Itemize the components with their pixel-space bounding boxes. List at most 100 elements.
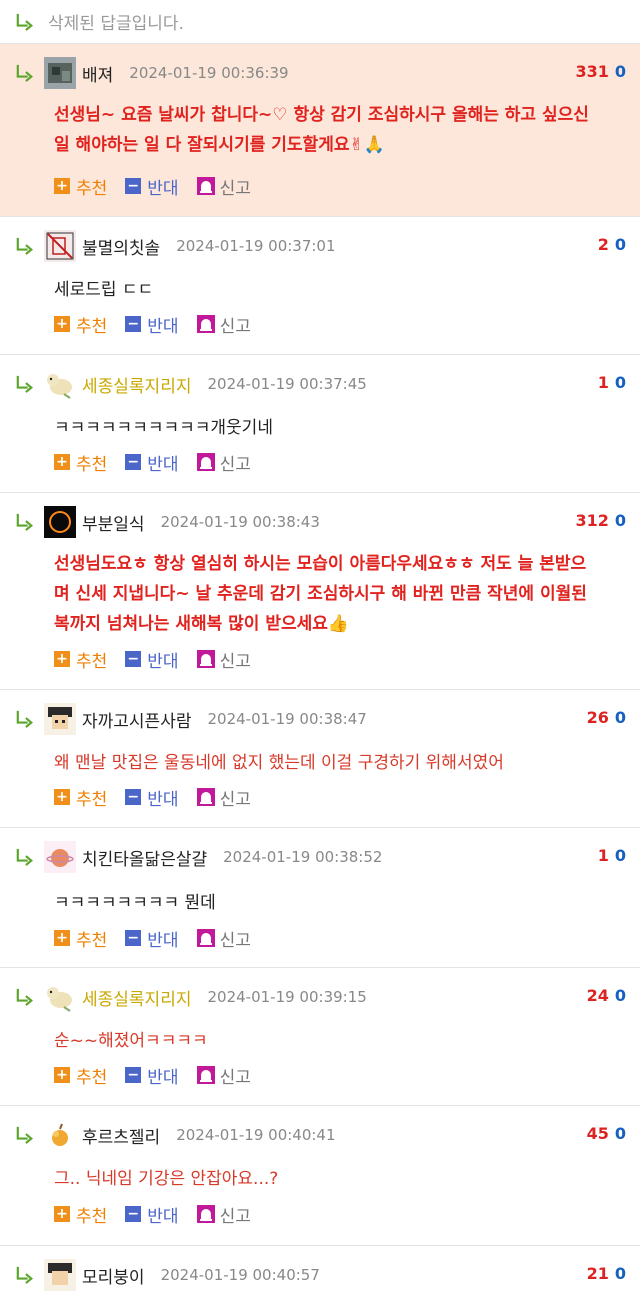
- comment-body: ㅋㅋㅋㅋㅋㅋㅋㅋㅋㅋ개웃기네: [54, 413, 618, 443]
- upvote-button[interactable]: + 추천: [54, 785, 107, 810]
- vote-count: 24 0: [587, 986, 626, 1005]
- upvote-count: 2: [597, 235, 609, 254]
- downvote-button[interactable]: − 반대: [125, 1202, 179, 1227]
- comment-line: 순~~해졌어ㅋㅋㅋㅋ: [54, 1031, 208, 1051]
- avatar[interactable]: [44, 1259, 76, 1291]
- downvote-button[interactable]: − 반대: [125, 1063, 179, 1088]
- downvote-button[interactable]: − 반대: [125, 647, 179, 672]
- avatar[interactable]: [44, 57, 76, 89]
- comment-actions: + 추천 − 반대 신고: [54, 1063, 269, 1088]
- avatar[interactable]: [44, 981, 76, 1013]
- nickname[interactable]: 부분일식: [82, 510, 145, 535]
- downvote-button[interactable]: − 반대: [125, 450, 179, 475]
- vote-count: 331 0: [575, 62, 626, 81]
- comment-line: ㅋㅋㅋㅋㅋㅋㅋㅋ 뭔데: [54, 893, 216, 913]
- reply-arrow-icon: [16, 237, 33, 255]
- comment-actions: + 추천 − 반대 신고: [54, 926, 269, 951]
- avatar[interactable]: [44, 1119, 76, 1151]
- upvote-count: 21: [586, 1264, 609, 1283]
- comment-line: ㅋㅋㅋㅋㅋㅋㅋㅋㅋㅋ개웃기네: [54, 418, 273, 438]
- minus-icon: −: [125, 930, 142, 946]
- report-siren-icon: [196, 650, 215, 668]
- comment: 배져 2024-01-19 00:36:39 331 0 선생님~ 요즘 날씨가 …: [0, 44, 640, 217]
- vote-count: 312 0: [575, 511, 626, 530]
- nickname[interactable]: 치킨타올닮은살걀: [82, 845, 207, 870]
- vote-count: 26 0: [587, 708, 626, 727]
- downvote-count: 0: [614, 1124, 626, 1143]
- vote-count: 10: [598, 846, 626, 865]
- plus-icon: +: [54, 930, 70, 946]
- reply-arrow-icon: [16, 12, 33, 31]
- upvote-button[interactable]: + 추천: [54, 1202, 107, 1227]
- nickname[interactable]: 세종실록지리지: [82, 372, 191, 397]
- avatar[interactable]: [44, 506, 76, 538]
- minus-icon: −: [125, 1067, 142, 1083]
- vote-count: 10: [598, 373, 626, 392]
- nickname[interactable]: 불멸의칫솔: [82, 234, 160, 259]
- upvote-button[interactable]: + 추천: [54, 450, 107, 475]
- avatar[interactable]: [44, 368, 76, 400]
- reply-arrow-icon: [16, 1266, 33, 1284]
- report-button[interactable]: 신고: [196, 450, 251, 475]
- report-siren-icon: [196, 1066, 215, 1084]
- report-button[interactable]: 신고: [196, 312, 251, 337]
- reply-arrow-icon: [16, 64, 33, 82]
- vote-count: 45 0: [587, 1124, 626, 1143]
- comment: 치킨타올닮은살걀 2024-01-19 00:38:52 10 ㅋㅋㅋㅋㅋㅋㅋㅋ…: [0, 828, 640, 968]
- report-button[interactable]: 신고: [196, 1063, 251, 1088]
- vote-count: 21 0: [587, 1264, 626, 1283]
- report-button[interactable]: 신고: [196, 785, 251, 810]
- comment-body: 선생님~ 요즘 날씨가 찹니다~♡ 항상 감기 조심하시구 올해는 하고 싶으신…: [54, 100, 618, 160]
- report-button[interactable]: 신고: [196, 647, 251, 672]
- report-button[interactable]: 신고: [196, 926, 251, 951]
- plus-icon: +: [54, 454, 70, 470]
- deleted-text: 삭제된 답글입니다.: [48, 14, 184, 34]
- comment-body: 왜 맨날 맛집은 울동네에 없지 했는데 이걸 구경하기 위해서였어: [54, 748, 618, 778]
- upvote-button[interactable]: + 추천: [54, 174, 107, 199]
- nickname[interactable]: 모리붕이: [82, 1263, 145, 1288]
- minus-icon: −: [125, 789, 142, 805]
- nickname[interactable]: 후르츠젤리: [82, 1123, 160, 1148]
- downvote-button[interactable]: − 반대: [125, 926, 179, 951]
- timestamp: 2024-01-19 00:40:57: [160, 1266, 320, 1284]
- avatar[interactable]: [44, 841, 76, 873]
- upvote-button[interactable]: + 추천: [54, 647, 107, 672]
- comment-line: 선생님~ 요즘 날씨가 찹니다~♡ 항상 감기 조심하시구 올해는 하고 싶으신: [54, 105, 589, 125]
- comment: 모리붕이 2024-01-19 00:40:57 21 0: [0, 1246, 640, 1306]
- downvote-count: 0: [614, 235, 626, 254]
- downvote-button[interactable]: − 반대: [125, 312, 179, 337]
- comment-body: 순~~해졌어ㅋㅋㅋㅋ: [54, 1026, 618, 1056]
- nickname[interactable]: 세종실록지리지: [82, 985, 191, 1010]
- nickname[interactable]: 배져: [82, 61, 113, 86]
- upvote-button[interactable]: + 추천: [54, 1063, 107, 1088]
- upvote-button[interactable]: + 추천: [54, 926, 107, 951]
- comment: 불멸의칫솔 2024-01-19 00:37:01 20 세로드립 ㄷㄷ + 추천…: [0, 217, 640, 355]
- comment-actions: + 추천 − 반대 신고: [54, 785, 269, 810]
- downvote-count: 0: [614, 986, 626, 1005]
- timestamp: 2024-01-19 00:36:39: [129, 64, 289, 82]
- comment-actions: + 추천 − 반대 신고: [54, 174, 269, 199]
- minus-icon: −: [125, 178, 142, 194]
- upvote-count: 26: [586, 708, 609, 727]
- comment: 부분일식 2024-01-19 00:38:43 312 0 선생님도요ㅎ 항상 …: [0, 493, 640, 690]
- reply-arrow-icon: [16, 375, 33, 393]
- report-button[interactable]: 신고: [196, 174, 251, 199]
- comment-actions: + 추천 − 반대 신고: [54, 647, 269, 672]
- reply-arrow-icon: [16, 710, 33, 728]
- downvote-button[interactable]: − 반대: [125, 785, 179, 810]
- downvote-count: 0: [614, 62, 626, 81]
- comment-line: 며 신세 지냅니다~ 날 추운데 감기 조심하시구 해 바뀐 만큼 작년에 이월…: [54, 584, 587, 604]
- timestamp: 2024-01-19 00:37:01: [176, 237, 336, 255]
- comment-body: ㅋㅋㅋㅋㅋㅋㅋㅋ 뭔데: [54, 888, 618, 918]
- downvote-count: 0: [614, 846, 626, 865]
- avatar[interactable]: [44, 230, 76, 262]
- avatar[interactable]: [44, 703, 76, 735]
- plus-icon: +: [54, 316, 70, 332]
- minus-icon: −: [125, 651, 142, 667]
- comment: 세종실록지리지 2024-01-19 00:37:45 10 ㅋㅋㅋㅋㅋㅋㅋㅋㅋ…: [0, 355, 640, 493]
- upvote-button[interactable]: + 추천: [54, 312, 107, 337]
- downvote-button[interactable]: − 반대: [125, 174, 179, 199]
- report-button[interactable]: 신고: [196, 1202, 251, 1227]
- nickname[interactable]: 자까고시픈사람: [82, 707, 191, 732]
- upvote-count: 331: [575, 62, 609, 81]
